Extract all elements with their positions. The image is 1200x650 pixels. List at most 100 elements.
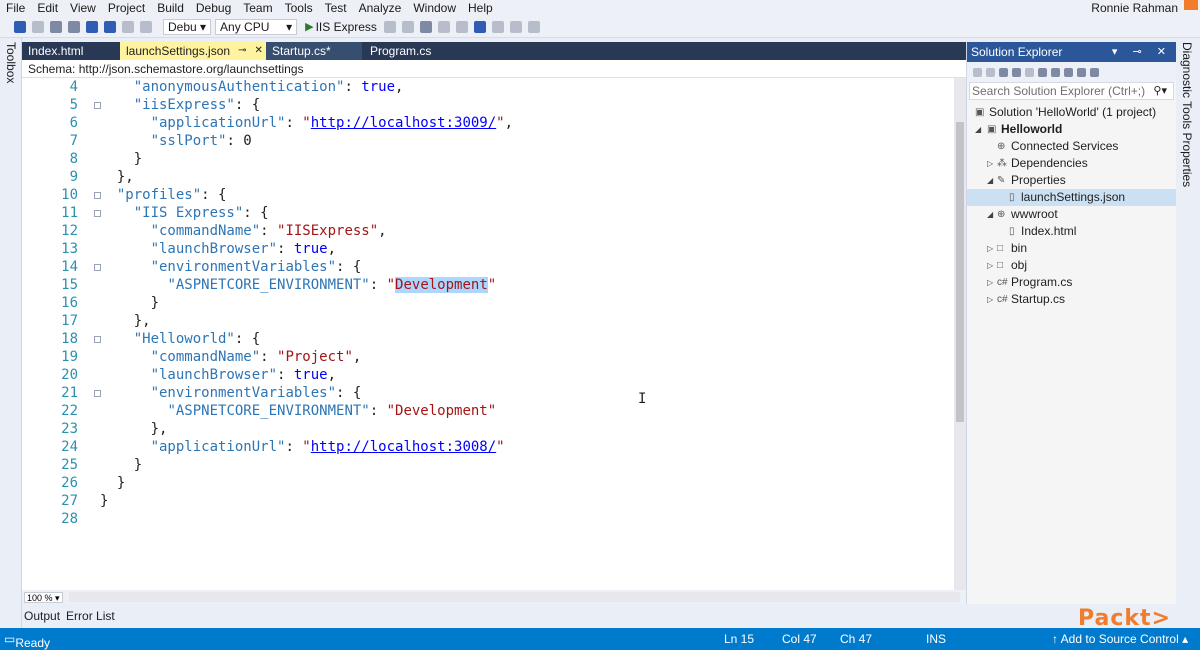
tree-node-program-cs[interactable]: ▷ c# Program.cs: [967, 274, 1176, 291]
collapsed-arrow-icon[interactable]: ▷: [987, 257, 993, 274]
json-value: "IISExpress": [277, 223, 379, 239]
menu-debug[interactable]: Debug: [190, 0, 237, 16]
tree-node-startup-cs[interactable]: ▷ c# Startup.cs: [967, 291, 1176, 308]
platform-select[interactable]: Any CPU ▾: [215, 18, 298, 35]
code-line: 7 "sslPort": 0: [22, 132, 954, 150]
menu-edit[interactable]: Edit: [31, 0, 64, 16]
dependencies-icon: ⁂: [997, 158, 1007, 169]
add-to-source-control-button[interactable]: ↑ Add to Source Control ▴: [1052, 632, 1188, 646]
code-editor[interactable]: 4 "anonymousAuthentication": true, 5 "ii…: [22, 78, 954, 590]
toolbox-tab[interactable]: Toolbox: [4, 42, 18, 83]
tree-node-obj[interactable]: ▷ □ obj: [967, 257, 1176, 274]
play-icon[interactable]: ▶: [305, 20, 313, 33]
indent-icon[interactable]: [437, 20, 450, 33]
selected-text[interactable]: Development: [395, 277, 488, 293]
menu-team[interactable]: Team: [237, 0, 278, 16]
menu-project[interactable]: Project: [102, 0, 151, 16]
bookmark-prev-icon[interactable]: [491, 20, 504, 33]
tab-index-html[interactable]: Index.html: [22, 42, 120, 60]
forward-icon[interactable]: [986, 67, 995, 77]
code-line: 17 },: [22, 312, 954, 330]
solution-explorer-search[interactable]: Search Solution Explorer (Ctrl+;) ⚲▾: [969, 82, 1174, 100]
code-text: },: [100, 313, 151, 329]
find-icon[interactable]: [419, 20, 432, 33]
preview-icon[interactable]: [1090, 67, 1099, 77]
collapsed-arrow-icon[interactable]: ▷: [987, 155, 993, 172]
back-icon[interactable]: [14, 20, 26, 33]
tree-node-bin[interactable]: ▷ □ bin: [967, 240, 1176, 257]
tab-output[interactable]: Output: [24, 609, 60, 623]
tree-node-index-html[interactable]: ▯ Index.html: [967, 223, 1176, 240]
editor-vertical-scrollbar[interactable]: [954, 78, 966, 590]
tree-node-connected-services[interactable]: ⊕ Connected Services: [967, 138, 1176, 155]
tree-node-solution[interactable]: ▣ Solution 'HelloWorld' (1 project): [967, 104, 1176, 121]
browser-link-icon[interactable]: [401, 20, 414, 33]
expanded-arrow-icon[interactable]: ◢: [975, 121, 981, 138]
save-all-icon[interactable]: [104, 20, 116, 33]
bookmark-clear-icon[interactable]: [527, 20, 540, 33]
menu-tools[interactable]: Tools: [279, 0, 319, 16]
expanded-arrow-icon[interactable]: ◢: [987, 172, 993, 189]
home-icon[interactable]: [999, 67, 1008, 77]
json-key: "IIS Express": [133, 205, 244, 221]
switch-views-icon[interactable]: [1012, 67, 1021, 77]
zoom-select[interactable]: 100 % ▾: [24, 591, 63, 603]
code-text: }: [100, 475, 126, 491]
feedback-icon[interactable]: [1184, 0, 1198, 10]
tab-startup-cs[interactable]: Startup.cs*: [266, 42, 362, 60]
properties-icon[interactable]: [1077, 67, 1086, 77]
code-text: "commandName": "Project",: [150, 349, 362, 365]
new-project-icon[interactable]: [50, 20, 62, 33]
tree-node-wwwroot[interactable]: ◢ ⊕ wwwroot: [967, 206, 1176, 223]
refresh-icon[interactable]: [383, 20, 396, 33]
code-text: "profiles": {: [116, 187, 227, 203]
tree-node-dependencies[interactable]: ▷ ⁂ Dependencies: [967, 155, 1176, 172]
editor-horizontal-scrollbar[interactable]: [68, 592, 960, 602]
user-name[interactable]: Ronnie Rahman: [1091, 0, 1178, 16]
outdent-icon[interactable]: [455, 20, 468, 33]
expanded-arrow-icon[interactable]: ◢: [987, 206, 993, 223]
diagnostic-tools-properties-tabs[interactable]: Diagnostic Tools Properties: [1180, 42, 1194, 187]
collapsed-arrow-icon[interactable]: ▷: [987, 274, 993, 291]
tree-node-launchsettings[interactable]: ▯ launchSettings.json: [967, 189, 1176, 206]
menu-test[interactable]: Test: [319, 0, 353, 16]
tab-program-cs[interactable]: Program.cs: [362, 42, 462, 60]
show-all-files-icon[interactable]: [1064, 67, 1073, 77]
configuration-select[interactable]: Debu ▾: [163, 18, 212, 35]
bottom-panel-tabs: Output Error List: [22, 606, 966, 626]
undo-icon[interactable]: [122, 20, 134, 33]
redo-icon[interactable]: [140, 20, 152, 33]
menu-window[interactable]: Window: [407, 0, 462, 16]
bookmark-next-icon[interactable]: [509, 20, 522, 33]
search-icon[interactable]: ⚲▾: [1153, 83, 1167, 99]
code-line: 28: [22, 510, 954, 528]
menu-build[interactable]: Build: [151, 0, 190, 16]
tree-node-properties[interactable]: ◢ ✎ Properties: [967, 172, 1176, 189]
schema-url[interactable]: http://json.schemastore.org/launchsettin…: [79, 62, 304, 76]
run-target-button[interactable]: IIS Express: [316, 20, 377, 34]
panel-controls[interactable]: ▾ ⊸ ✕: [1112, 42, 1172, 62]
forward-icon[interactable]: [32, 20, 44, 33]
menu-help[interactable]: Help: [462, 0, 499, 16]
collapse-all-icon[interactable]: [1051, 67, 1060, 77]
save-icon[interactable]: [86, 20, 98, 33]
code-line: 11 "IIS Express": {: [22, 204, 954, 222]
json-url-link[interactable]: http://localhost:3009/: [311, 115, 496, 131]
tab-launchsettings-json[interactable]: launchSettings.json ⊸ ✕: [120, 42, 266, 60]
open-icon[interactable]: [68, 20, 80, 33]
close-icon[interactable]: ✕: [254, 42, 262, 60]
bookmark-icon[interactable]: [473, 20, 486, 33]
collapsed-arrow-icon[interactable]: ▷: [987, 240, 993, 257]
tree-node-project[interactable]: ◢ ▣ Helloworld: [967, 121, 1176, 138]
menu-view[interactable]: View: [64, 0, 102, 16]
json-url-link[interactable]: http://localhost:3008/: [311, 439, 496, 455]
tab-error-list[interactable]: Error List: [66, 609, 115, 623]
menu-analyze[interactable]: Analyze: [353, 0, 408, 16]
back-icon[interactable]: [973, 67, 982, 77]
pending-changes-icon[interactable]: [1025, 67, 1034, 77]
collapsed-arrow-icon[interactable]: ▷: [987, 291, 993, 308]
pin-icon[interactable]: ⊸: [238, 42, 246, 60]
scrollbar-thumb[interactable]: [956, 122, 964, 422]
menu-file[interactable]: File: [0, 0, 31, 16]
sync-icon[interactable]: [1038, 67, 1047, 77]
